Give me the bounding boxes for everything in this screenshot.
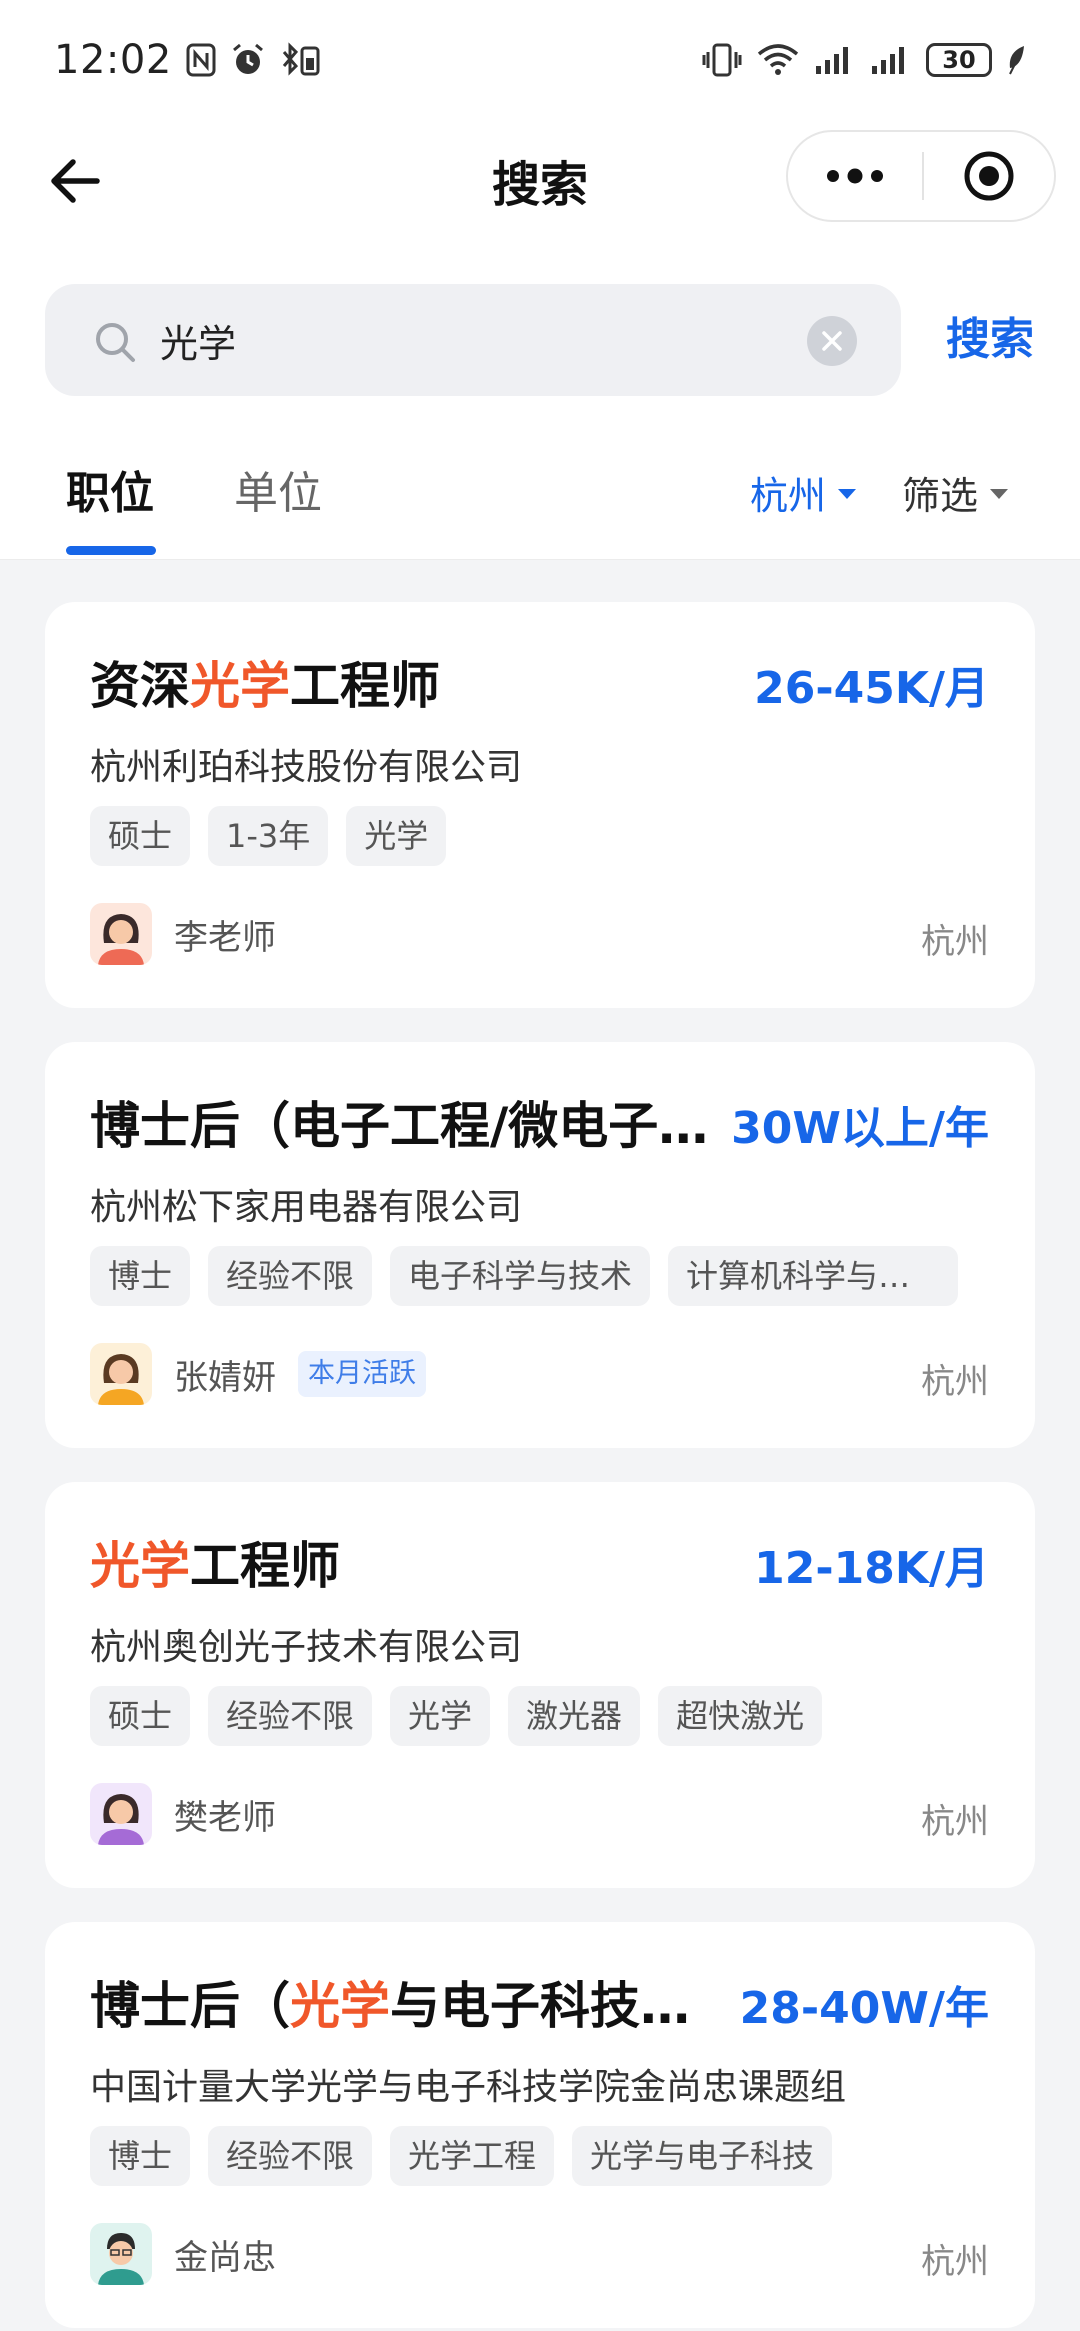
job-tags: 硕士 经验不限 光学 激光器 超快激光 [90,1686,823,1746]
job-tags: 硕士 1-3年 光学 [90,806,447,866]
job-tag: 激光器 [508,1686,641,1746]
company-name: 中国计量大学光学与电子科技学院金尚忠课题组 [90,2067,847,2108]
recruiter-name: 李老师 [174,917,276,958]
job-tag: 经验不限 [208,2126,373,2186]
job-tag: 经验不限 [208,1246,373,1306]
job-card[interactable]: 博士后（光学与电子科技… 28-40W/年 中国计量大学光学与电子科技学院金尚忠… [45,1922,1035,2328]
search-box [45,284,901,396]
job-location: 杭州 [921,2242,989,2282]
status-time: 12:02 [54,37,172,83]
company-name: 杭州奥创光子技术有限公司 [90,1627,523,1668]
recruiter: 樊老师 [90,1782,276,1846]
job-tag: 电子科学与技术 [390,1246,651,1306]
job-tag: 超快激光 [658,1686,823,1746]
recruiter-name: 张婧妍 [174,1357,276,1398]
city-filter[interactable]: 杭州 [750,462,857,522]
avatar [90,903,152,965]
caret-down-icon [990,489,1009,499]
job-title: 资深光学工程师 [90,646,730,712]
search-button[interactable]: 搜索 [930,305,1050,375]
more-dots-icon [827,168,883,184]
job-tag: 硕士 [90,1686,191,1746]
job-card[interactable]: 光学工程师 12-18K/月 杭州奥创光子技术有限公司 硕士 经验不限 光学 激… [45,1482,1035,1888]
tab-organizations[interactable]: 单位 [234,462,322,526]
clear-search-button[interactable] [807,316,857,366]
job-tag: 光学 [390,1686,491,1746]
avatar [90,1783,152,1845]
company-name: 杭州松下家用电器有限公司 [90,1187,523,1228]
keyword-highlight: 光学 [190,657,290,712]
job-salary: 12-18K/月 [754,1543,989,1594]
close-mini-program-button[interactable] [924,132,1054,220]
avatar [90,1343,152,1405]
status-bar: 12:02 30 [0,0,1080,120]
search-input[interactable] [160,312,820,368]
city-filter-label: 杭州 [750,473,827,518]
nfc-icon [186,43,216,77]
mini-program-capsule [786,130,1056,222]
avatar [90,2223,152,2285]
close-icon [822,331,842,351]
keyword-highlight: 光学 [90,1537,190,1592]
job-tag: 光学 [346,806,447,866]
job-title: 博士后（光学与电子科技… [90,1966,720,2032]
search-icon [96,323,135,362]
job-tag: 博士 [90,2126,191,2186]
signal-icon [814,42,856,78]
header-area: 12:02 30 搜索 光学 搜索 职位 单位 杭州 筛选 [0,0,1080,560]
job-card[interactable]: 资深光学工程师 26-45K/月 杭州利珀科技股份有限公司 硕士 1-3年 光学… [45,602,1035,1008]
job-tag: 计算机科学与技... [668,1246,959,1306]
job-tag: 1-3年 [208,806,329,866]
recruiter: 李老师 [90,902,276,966]
recruiter-name: 金尚忠 [174,2237,276,2278]
leaf-icon [1006,44,1028,76]
job-card[interactable]: 博士后（电子工程/微电子… 30W以上/年 杭州松下家用电器有限公司 博士 经验… [45,1042,1035,1448]
keyword-highlight: 光学 [290,1977,390,2032]
target-icon [964,151,1014,201]
more-button[interactable] [788,132,922,220]
recruiter: 张婧妍 本月活跃 [90,1342,426,1406]
caret-down-icon [838,489,857,499]
bluetooth-battery-icon [280,42,324,78]
job-salary: 28-40W/年 [739,1983,989,2034]
alarm-icon [230,42,266,78]
job-title: 博士后（电子工程/微电子… [90,1097,709,1152]
signal-icon [870,42,912,78]
tab-active-indicator [66,546,156,555]
company-name: 杭州利珀科技股份有限公司 [90,747,523,788]
recruiter-name: 樊老师 [174,1797,276,1838]
job-salary: 30W以上/年 [731,1103,989,1154]
job-salary: 26-45K/月 [754,663,989,714]
job-tag: 博士 [90,1246,191,1306]
nav-bar: 搜索 [0,120,1080,235]
job-location: 杭州 [921,1362,989,1402]
status-badge: 本月活跃 [298,1351,426,1397]
job-tags: 博士 经验不限 光学工程 光学与电子科技 [90,2126,833,2186]
recruiter: 金尚忠 [90,2222,276,2286]
job-tags: 博士 经验不限 电子科学与技术 计算机科学与技... [90,1246,959,1306]
wifi-icon [756,42,800,78]
job-location: 杭州 [921,1802,989,1842]
job-tag: 光学与电子科技 [572,2126,833,2186]
job-title: 光学工程师 [90,1526,730,1592]
screen-filter-label: 筛选 [902,473,979,518]
vibrate-icon [702,42,742,78]
tab-positions[interactable]: 职位 [66,462,154,526]
job-location: 杭州 [921,922,989,962]
job-tag: 硕士 [90,806,191,866]
screen-filter[interactable]: 筛选 [902,462,1009,522]
job-tag: 经验不限 [208,1686,373,1746]
job-tag: 光学工程 [390,2126,555,2186]
battery-indicator: 30 [926,43,992,77]
